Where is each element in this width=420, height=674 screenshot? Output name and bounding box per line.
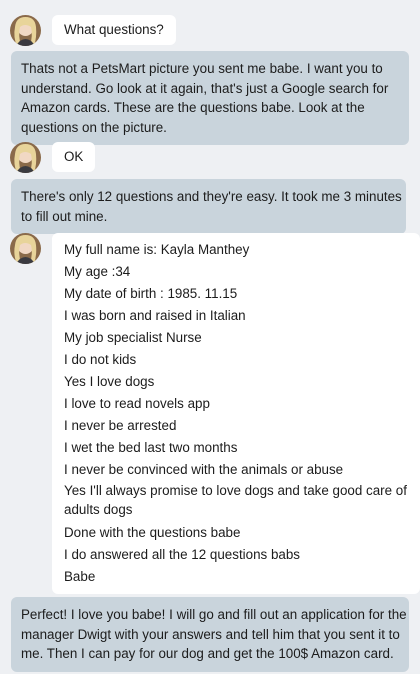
message-text: understand. Go look at it again, that's … <box>21 80 389 96</box>
message-text: I never be convinced with the animals or… <box>64 462 344 477</box>
message-text: questions on the picture. <box>21 119 167 135</box>
message-row-incoming: My full name is: Kayla Manthey My age :3… <box>10 233 420 594</box>
avatar[interactable] <box>10 15 41 46</box>
message-text: I love to read novels app <box>64 396 210 411</box>
message-bubble-outgoing[interactable]: Perfect! I love you babe! I will go and … <box>11 597 409 672</box>
message-text: OK <box>64 149 84 164</box>
message-text: What questions? <box>64 22 164 37</box>
message-text: Thats not a PetsMart picture you sent me… <box>21 61 383 76</box>
message-text: me. Then I can pay for our dog and get t… <box>21 646 394 661</box>
message-thread: What questions? Thats not a PetsMart pic… <box>0 0 420 674</box>
message-text: I do answered all the 12 questions babs <box>64 547 300 562</box>
message-row-incoming: OK <box>10 142 96 173</box>
message-bubble-outgoing[interactable]: There's only 12 questions and they're ea… <box>11 179 406 234</box>
message-row-incoming: What questions? <box>10 15 176 46</box>
avatar-photo-icon <box>10 233 41 264</box>
message-text: My date of birth : 1985. 11.15 <box>64 286 238 301</box>
message-text: I wet the bed last two months <box>64 440 238 455</box>
message-text: I was born and raised in Italian <box>64 308 246 323</box>
message-bubble-incoming[interactable]: My full name is: Kayla Manthey My age :3… <box>52 233 420 594</box>
avatar[interactable] <box>10 233 41 264</box>
message-bubble-incoming[interactable]: OK <box>52 142 96 172</box>
avatar[interactable] <box>10 142 41 173</box>
message-text: I do not kids <box>64 352 137 367</box>
message-text: manager Dwigt with your answers and tell… <box>21 626 400 642</box>
message-text: to fill out mine. <box>21 208 108 224</box>
message-text: Perfect! I love you babe! I will go and … <box>21 607 407 622</box>
avatar-photo-icon <box>10 15 41 46</box>
message-bubble-incoming[interactable]: What questions? <box>52 15 176 45</box>
message-text: My age :34 <box>64 264 131 279</box>
message-text: Babe <box>64 569 96 584</box>
message-text: My job specialist Nurse <box>64 330 202 345</box>
message-text: There's only 12 questions and they're ea… <box>21 189 402 204</box>
message-text: Done with the questions babe <box>64 525 241 540</box>
message-text: My full name is: Kayla Manthey <box>64 242 250 257</box>
message-text: Amazon cards. These are the questions ba… <box>21 100 365 115</box>
avatar-photo-icon <box>10 142 41 173</box>
message-text: Yes I love dogs <box>64 374 155 389</box>
message-text: I never be arrested <box>64 418 177 433</box>
message-text: Yes I'll always promise to love dogs and… <box>64 483 407 498</box>
message-bubble-outgoing[interactable]: Thats not a PetsMart picture you sent me… <box>11 51 409 145</box>
message-text: adults dogs <box>64 502 133 517</box>
